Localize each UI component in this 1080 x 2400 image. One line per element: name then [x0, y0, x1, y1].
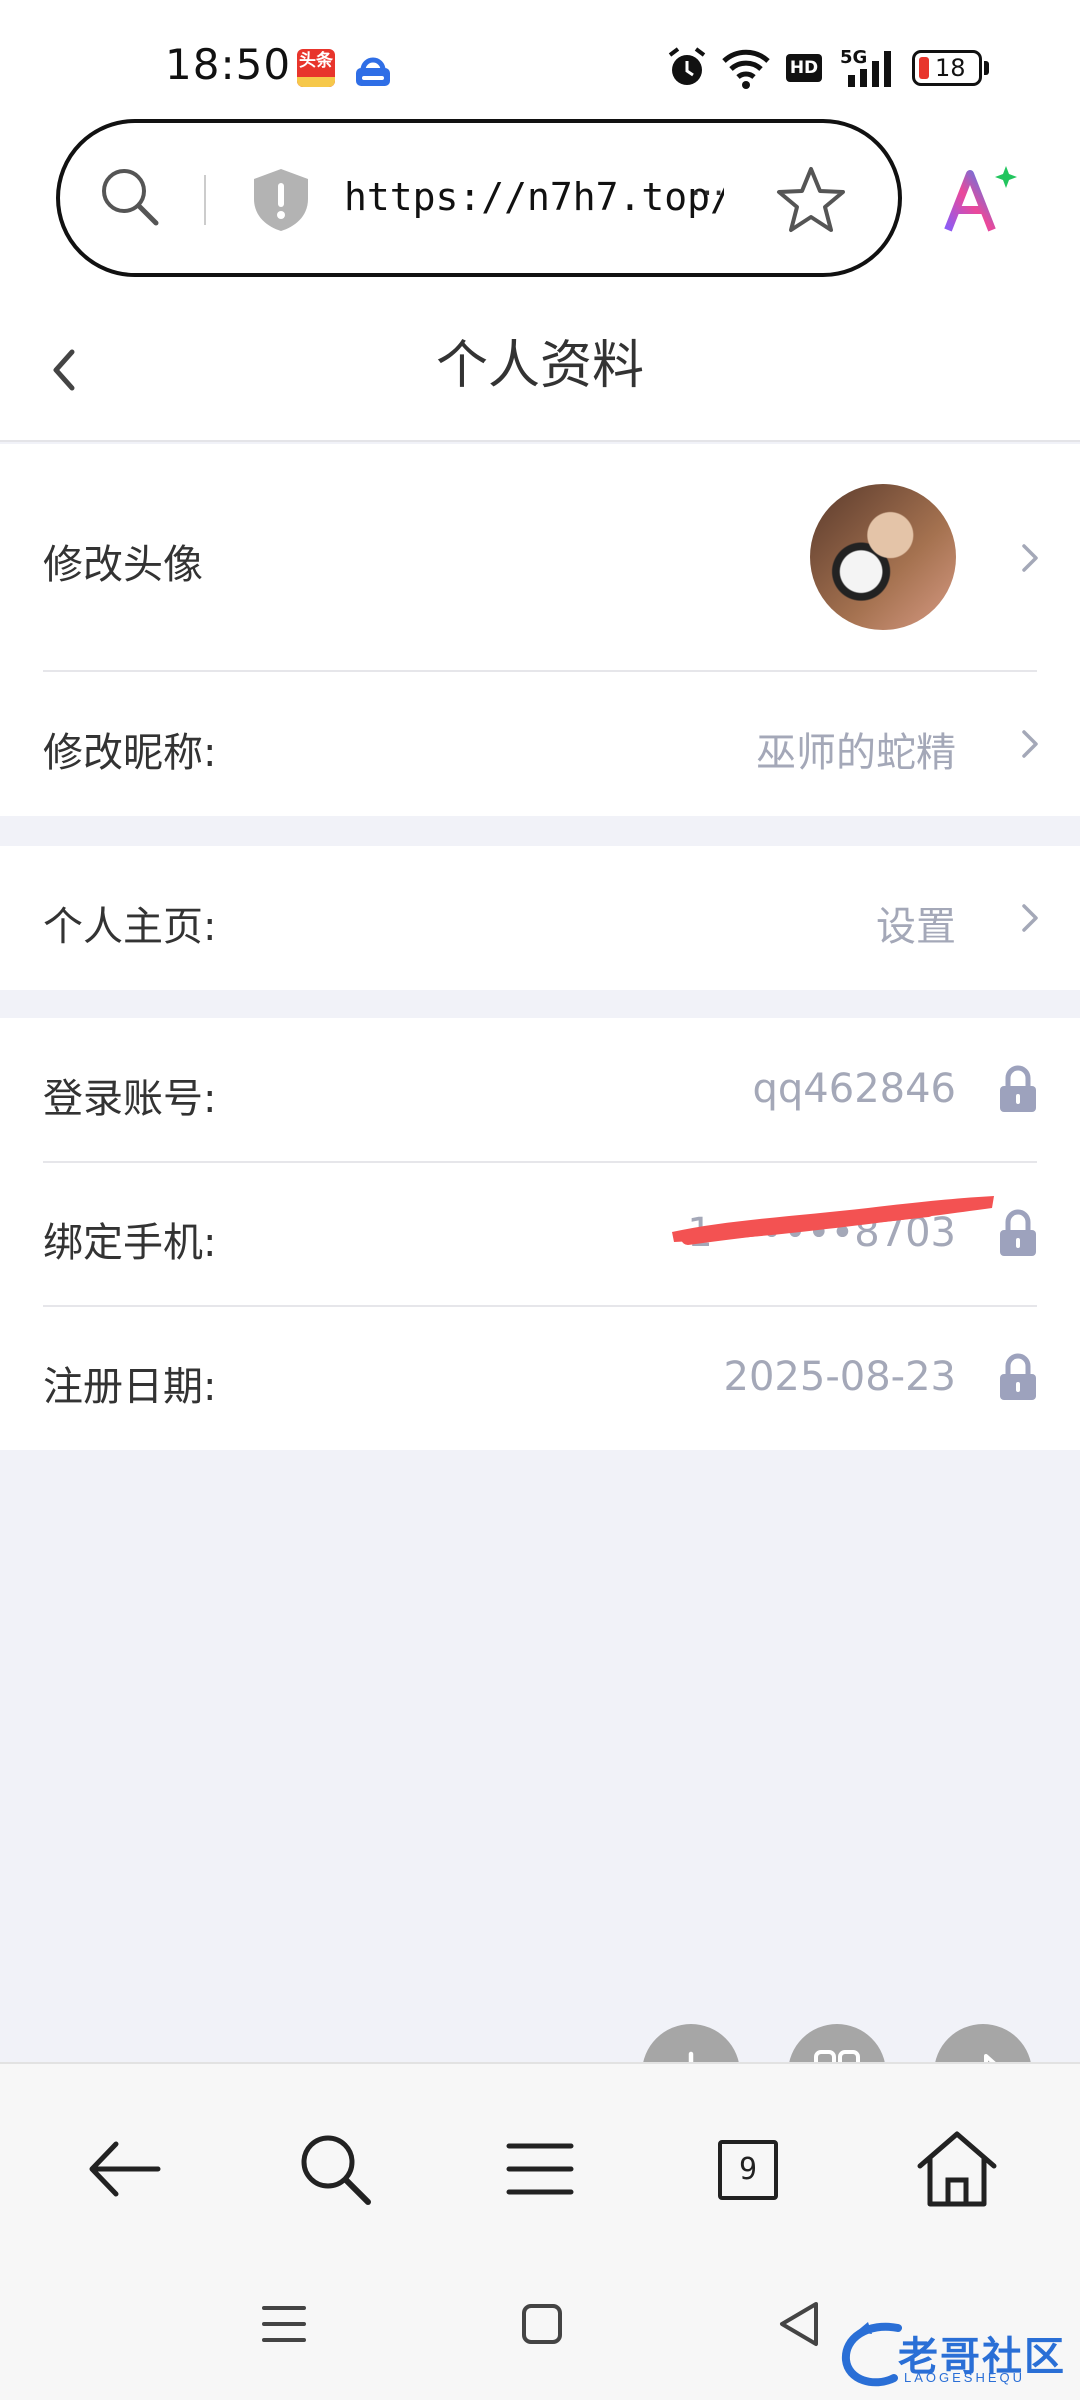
- security-shield-icon[interactable]: [248, 165, 314, 235]
- chevron-right-icon: [1022, 904, 1038, 932]
- ai-assistant-icon[interactable]: [940, 160, 1020, 240]
- browser-address-area: https://n7h7.top/ ···: [0, 115, 1080, 290]
- home-icon[interactable]: [912, 2124, 1002, 2214]
- system-back-icon[interactable]: [770, 2294, 830, 2354]
- homepage-value: 设置: [876, 904, 956, 950]
- search-icon[interactable]: [290, 2124, 380, 2214]
- toolbox-app-icon: [356, 57, 390, 86]
- register-label: 注册日期:: [43, 1364, 217, 1410]
- url-text[interactable]: https://n7h7.top/: [344, 175, 724, 219]
- address-bar[interactable]: https://n7h7.top/ ···: [56, 119, 902, 277]
- watermark-subtext: LAOGESHEQU: [904, 2370, 1026, 2385]
- home-square-icon[interactable]: [512, 2294, 572, 2354]
- back-icon[interactable]: [44, 344, 84, 396]
- register-value: 2025-08-23: [723, 1354, 956, 1400]
- back-arrow-icon[interactable]: [80, 2124, 170, 2214]
- toutiao-badge-text: 头条: [299, 51, 333, 71]
- battery-icon: 18: [912, 50, 982, 86]
- phone-label: 绑定手机:: [43, 1220, 217, 1266]
- bookmark-star-icon[interactable]: [774, 163, 848, 237]
- url-ellipsis: ···: [690, 173, 725, 214]
- tab-count: 9: [718, 2140, 778, 2200]
- status-bar: 18:50 头条 HD 5G 18: [0, 0, 1080, 115]
- browser-bottom-toolbar: 9: [0, 2062, 1080, 2252]
- menu-icon[interactable]: [495, 2124, 585, 2214]
- account-label: 登录账号:: [43, 1076, 217, 1122]
- lock-icon: [1000, 1209, 1036, 1256]
- chevron-right-icon: [1022, 544, 1038, 572]
- profile-section-homepage: 个人主页: 设置: [0, 846, 1080, 990]
- recent-apps-icon[interactable]: [254, 2294, 314, 2354]
- nickname-label: 修改昵称:: [43, 730, 217, 776]
- battery-level: 18: [935, 54, 966, 82]
- account-value: qq462846: [752, 1066, 956, 1112]
- wifi-icon: [722, 49, 770, 89]
- svg-text:5G: 5G: [840, 47, 867, 68]
- toutiao-app-icon: 头条: [297, 49, 335, 87]
- search-icon[interactable]: [94, 161, 166, 233]
- cellular-5g-icon: 5G: [840, 47, 891, 87]
- tabs-button[interactable]: 9: [702, 2124, 792, 2214]
- redaction-scribble: [672, 1196, 994, 1245]
- nickname-row[interactable]: 修改昵称: 巫师的蛇精: [0, 672, 1080, 816]
- register-date-row: 注册日期: 2025-08-23: [0, 1306, 1080, 1450]
- profile-section-basic: 修改头像 修改昵称: 巫师的蛇精: [0, 444, 1080, 816]
- account-row: 登录账号: qq462846: [0, 1018, 1080, 1162]
- address-divider: [204, 175, 206, 225]
- avatar-row[interactable]: 修改头像: [0, 444, 1080, 672]
- watermark-logo: 老哥社区 LAOGESHEQU: [838, 2318, 1068, 2390]
- alarm-icon: [668, 47, 706, 85]
- avatar-label: 修改头像: [43, 542, 203, 588]
- chevron-right-icon: [1022, 730, 1038, 758]
- homepage-row[interactable]: 个人主页: 设置: [0, 846, 1080, 990]
- status-time: 18:50: [165, 40, 292, 89]
- lock-icon: [1000, 1065, 1036, 1112]
- avatar[interactable]: [810, 484, 956, 630]
- page-title: 个人资料: [435, 336, 644, 396]
- nickname-value: 巫师的蛇精: [756, 730, 956, 776]
- page-header: 个人资料: [0, 290, 1080, 442]
- hd-indicator: HD: [786, 54, 822, 82]
- homepage-label: 个人主页:: [43, 904, 217, 950]
- lock-icon: [1000, 1353, 1036, 1400]
